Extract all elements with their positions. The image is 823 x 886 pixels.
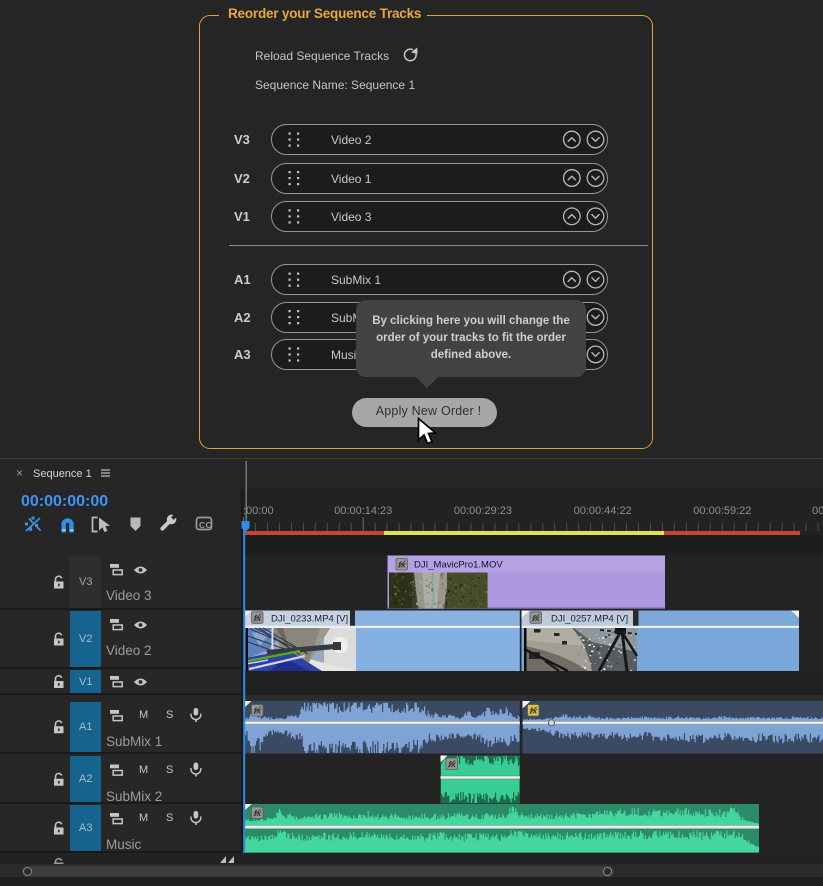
- svg-text:fx: fx: [448, 759, 457, 769]
- svg-text:DJI_0233.MP4 [V]: DJI_0233.MP4 [V]: [271, 614, 348, 625]
- svg-text:fx: fx: [254, 613, 263, 623]
- svg-text:fx: fx: [530, 706, 539, 716]
- svg-text:fx: fx: [254, 706, 263, 716]
- svg-text:fx: fx: [398, 560, 407, 570]
- svg-text:fx: fx: [254, 808, 263, 818]
- svg-text:fx: fx: [532, 613, 541, 623]
- svg-text:DJI_MavicPro1.MOV: DJI_MavicPro1.MOV: [414, 560, 503, 571]
- svg-text:DJI_0257.MP4 [V]: DJI_0257.MP4 [V]: [551, 614, 628, 625]
